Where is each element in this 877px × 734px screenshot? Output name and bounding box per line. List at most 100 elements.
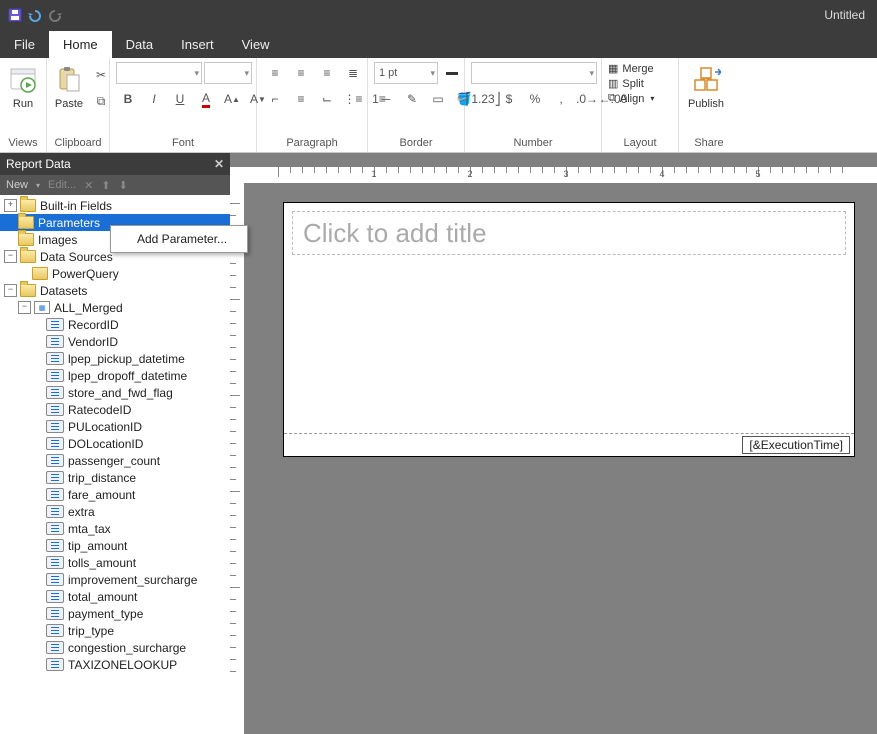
align-center-icon[interactable]: ≡ (289, 62, 313, 84)
paste-button[interactable]: Paste (53, 62, 85, 110)
tree-node-powerquery[interactable]: PowerQuery (0, 265, 230, 282)
field-icon (46, 471, 64, 484)
tree-field[interactable]: trip_type (0, 622, 230, 639)
tree-field[interactable]: lpep_pickup_datetime (0, 350, 230, 367)
design-canvas[interactable]: Click to add title [&ExecutionTime] (244, 183, 877, 734)
tree-field[interactable]: congestion_surcharge (0, 639, 230, 656)
report-page[interactable]: Click to add title [&ExecutionTime] (284, 203, 854, 456)
border-width-combo[interactable]: 1 pt▾ (374, 62, 438, 84)
border-group-label: Border (368, 135, 464, 152)
add-parameter-menuitem[interactable]: Add Parameter... (113, 228, 245, 250)
merge-button[interactable]: ▦Merge (608, 62, 654, 75)
tree-field[interactable]: DOLocationID (0, 435, 230, 452)
move-down-icon[interactable]: ⬇ (119, 179, 128, 192)
context-menu: Add Parameter... (110, 225, 248, 253)
align-icon: ⧉ (608, 92, 616, 105)
report-data-title: Report Data (6, 157, 71, 171)
publish-button[interactable]: Publish (685, 62, 727, 110)
bullets-icon[interactable]: ⋮≡ (341, 88, 365, 110)
valign-top-icon[interactable]: ⌐ (263, 88, 287, 110)
align-left-icon[interactable]: ≡ (263, 62, 287, 84)
comma-icon[interactable]: , (549, 88, 573, 110)
tab-home[interactable]: Home (49, 31, 112, 58)
underline-icon[interactable]: U (168, 88, 192, 110)
run-button[interactable]: Run (6, 62, 40, 110)
valign-middle-icon[interactable]: ≡ (289, 88, 313, 110)
font-size-combo[interactable]: ▾ (204, 62, 252, 84)
split-button[interactable]: ▥Split (608, 77, 644, 90)
title-placeholder[interactable]: Click to add title (292, 211, 846, 255)
undo-icon[interactable] (26, 6, 44, 24)
tree-field[interactable]: trip_distance (0, 469, 230, 486)
font-color-icon[interactable]: A (194, 88, 218, 110)
align-button[interactable]: ⧉Align▾ (608, 92, 654, 105)
grow-font-icon[interactable]: A▲ (220, 88, 244, 110)
save-icon[interactable] (6, 6, 24, 24)
font-family-combo[interactable]: ▾ (116, 62, 202, 84)
new-button[interactable]: New (6, 179, 28, 191)
field-label: tolls_amount (68, 556, 136, 570)
tree-field[interactable]: passenger_count (0, 452, 230, 469)
tree-field[interactable]: tip_amount (0, 537, 230, 554)
bold-icon[interactable]: B (116, 88, 140, 110)
tree-field[interactable]: TAXIZONELOOKUP (0, 656, 230, 673)
field-label: total_amount (68, 590, 137, 604)
field-icon (46, 369, 64, 382)
tab-insert[interactable]: Insert (167, 31, 228, 58)
redo-icon[interactable] (46, 6, 64, 24)
border-box-icon[interactable]: ▭ (426, 88, 450, 110)
execution-time-textbox[interactable]: [&ExecutionTime] (742, 436, 850, 454)
field-icon (46, 318, 64, 331)
field-label: TAXIZONELOOKUP (68, 658, 177, 672)
field-label: RatecodeID (68, 403, 131, 417)
italic-icon[interactable]: I (142, 88, 166, 110)
currency-icon[interactable]: $ (497, 88, 521, 110)
placeholder-icon[interactable]: ⎡1.23⎦ (471, 88, 495, 110)
tree-node-datasets[interactable]: −Datasets (0, 282, 230, 299)
tree-field[interactable]: RecordID (0, 316, 230, 333)
tree-node-dataset[interactable]: −▦ALL_Merged (0, 299, 230, 316)
tab-file[interactable]: File (0, 31, 49, 58)
field-label: RecordID (68, 318, 119, 332)
tab-view[interactable]: View (228, 31, 284, 58)
edit-button[interactable]: Edit... (48, 179, 76, 191)
justify-icon[interactable]: ≣ (341, 62, 365, 84)
tree-field[interactable]: VendorID (0, 333, 230, 350)
tree-field[interactable]: mta_tax (0, 520, 230, 537)
tree-field[interactable]: tolls_amount (0, 554, 230, 571)
report-data-panel: Report Data ✕ New ▾ Edit... ✕ ⬆ ⬇ +Built… (0, 153, 230, 734)
field-label: DOLocationID (68, 437, 143, 451)
tree-field[interactable]: payment_type (0, 605, 230, 622)
number-format-combo[interactable]: ▾ (471, 62, 597, 84)
tree-field[interactable]: fare_amount (0, 486, 230, 503)
border-color-icon[interactable] (440, 62, 464, 84)
tab-data[interactable]: Data (112, 31, 167, 58)
pen-color-icon[interactable]: ✎ (400, 88, 424, 110)
tree-node-builtin[interactable]: +Built-in Fields (0, 197, 230, 214)
border-style-icon[interactable]: ─ (374, 88, 398, 110)
field-label: lpep_dropoff_datetime (68, 369, 187, 383)
tree-field[interactable]: improvement_surcharge (0, 571, 230, 588)
field-icon (46, 607, 64, 620)
border-width-value: 1 pt (379, 67, 397, 79)
field-icon (46, 386, 64, 399)
move-up-icon[interactable]: ⬆ (101, 179, 110, 192)
field-icon (46, 624, 64, 637)
field-icon (46, 352, 64, 365)
field-label: trip_type (68, 624, 114, 638)
tree-field[interactable]: extra (0, 503, 230, 520)
align-right-icon[interactable]: ≡ (315, 62, 339, 84)
tree-field[interactable]: PULocationID (0, 418, 230, 435)
tree-field[interactable]: lpep_dropoff_datetime (0, 367, 230, 384)
merge-icon: ▦ (608, 62, 618, 75)
delete-icon[interactable]: ✕ (84, 179, 93, 192)
menu-bar: File Home Data Insert View (0, 30, 877, 58)
tree-field[interactable]: RatecodeID (0, 401, 230, 418)
decrease-decimal-icon[interactable]: .0→ (575, 88, 599, 110)
percent-icon[interactable]: % (523, 88, 547, 110)
valign-bottom-icon[interactable]: ⌙ (315, 88, 339, 110)
field-icon (46, 437, 64, 450)
close-icon[interactable]: ✕ (214, 157, 224, 171)
tree-field[interactable]: total_amount (0, 588, 230, 605)
tree-field[interactable]: store_and_fwd_flag (0, 384, 230, 401)
